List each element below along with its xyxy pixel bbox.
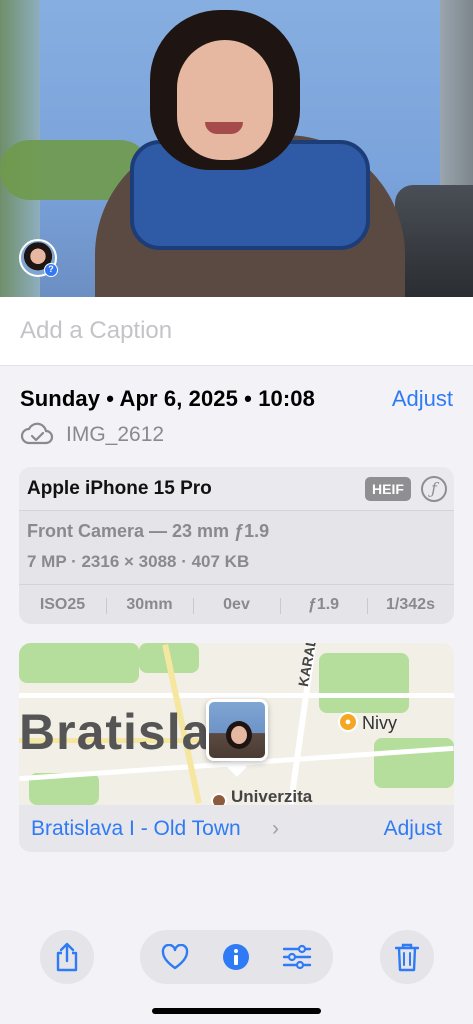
aperture-f-icon: ƒ xyxy=(421,476,447,502)
resolution-info: 7 MP · 2316 × 3088 · 407 KB xyxy=(27,552,250,571)
file-name: IMG_2612 xyxy=(66,423,165,446)
lens-info: Front Camera — 23 mm ƒ1.9 xyxy=(27,521,270,541)
photo-location-pin[interactable] xyxy=(206,699,268,761)
stat-iso: ISO25 xyxy=(39,595,86,613)
action-group xyxy=(140,930,333,984)
delete-button[interactable] xyxy=(380,930,434,984)
cloud-check-icon xyxy=(20,422,54,445)
photo-date: Sunday • Apr 6, 2025 • 10:08 xyxy=(20,386,315,411)
photo-mouth xyxy=(205,122,243,134)
stat-exposure: 0ev xyxy=(193,596,280,614)
location-link[interactable]: Bratislava I - Old Town xyxy=(31,817,241,841)
heart-icon[interactable] xyxy=(161,944,189,970)
map-road xyxy=(19,693,454,698)
map-view[interactable]: Bratislava KARADŽIČO ● Nivy Univerzita xyxy=(19,643,454,805)
caption-placeholder: Add a Caption xyxy=(20,317,173,344)
adjust-date-button[interactable]: Adjust xyxy=(392,386,453,412)
sliders-icon[interactable] xyxy=(282,944,312,970)
home-indicator[interactable] xyxy=(152,1008,321,1014)
stat-focal-length: 30mm xyxy=(106,596,193,614)
stat-shutter: 1/342s xyxy=(367,596,454,614)
chevron-right-icon: › xyxy=(272,817,279,840)
map-card[interactable]: Bratislava KARADŽIČO ● Nivy Univerzita B… xyxy=(19,643,454,852)
share-icon xyxy=(56,942,78,972)
map-poi-univerzita: Univerzita xyxy=(231,787,313,805)
camera-header: Apple iPhone 15 Pro HEIF ƒ xyxy=(19,467,454,511)
map-park xyxy=(19,643,139,683)
trash-icon xyxy=(395,943,419,972)
photo-viewer[interactable] xyxy=(0,0,473,297)
share-button[interactable] xyxy=(40,930,94,984)
camera-info-card: Apple iPhone 15 Pro HEIF ƒ Front Camera … xyxy=(19,467,454,624)
location-footer: Bratislava I - Old Town › Adjust xyxy=(19,805,454,852)
photo-car xyxy=(395,185,473,297)
caption-field[interactable]: Add a Caption xyxy=(0,297,473,366)
map-poi-nivy: Nivy xyxy=(362,713,397,733)
unknown-person-badge: ? xyxy=(44,263,58,277)
exif-stats: ISO25 30mm 0ev ƒ1.9 1/342s xyxy=(19,584,454,624)
camera-model: Apple iPhone 15 Pro xyxy=(27,478,212,499)
university-pin-icon xyxy=(211,793,227,805)
info-icon[interactable] xyxy=(222,943,250,971)
stat-aperture: ƒ1.9 xyxy=(280,596,367,614)
format-badge: HEIF xyxy=(365,477,411,501)
adjust-location-button[interactable]: Adjust xyxy=(384,817,442,841)
map-park xyxy=(319,653,409,713)
map-park xyxy=(374,738,454,788)
photo-face xyxy=(177,40,273,160)
shopping-pin-icon: ● xyxy=(338,712,358,732)
